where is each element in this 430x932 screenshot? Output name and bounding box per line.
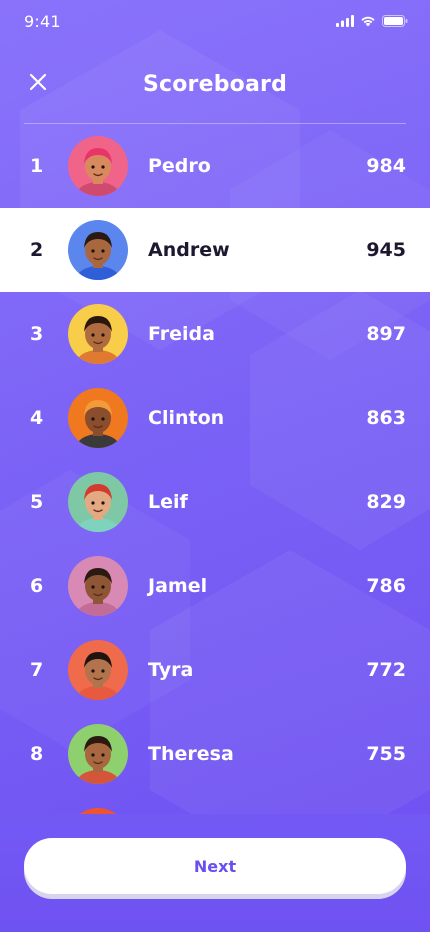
- scoreboard-row[interactable]: 5 Leif 829: [0, 460, 430, 544]
- player-avatar: [68, 388, 128, 448]
- page-title: Scoreboard: [142, 71, 288, 97]
- close-icon: [29, 73, 47, 95]
- next-button[interactable]: Next: [24, 838, 406, 894]
- signal-icon: [336, 12, 354, 31]
- player-avatar: [68, 304, 128, 364]
- player-rank: 1: [30, 155, 44, 177]
- status-time: 9:41: [24, 11, 61, 31]
- next-button-label: Next: [193, 856, 237, 876]
- player-rank: 4: [30, 407, 44, 429]
- player-avatar: [68, 472, 128, 532]
- player-rank: 6: [30, 575, 44, 597]
- player-avatar: [68, 136, 128, 196]
- player-avatar: [68, 640, 128, 700]
- player-avatar: [68, 724, 128, 784]
- status-bar: 9:41: [0, 0, 430, 44]
- player-score: 829: [366, 491, 406, 513]
- player-score: 786: [366, 575, 406, 597]
- player-name: Clinton: [148, 407, 225, 429]
- status-icons: [336, 12, 408, 31]
- player-score: 772: [366, 659, 406, 681]
- scoreboard-row[interactable]: 8 Theresa 755: [0, 712, 430, 796]
- close-button[interactable]: [24, 70, 52, 98]
- player-name: Tyra: [148, 659, 194, 681]
- player-rank: 5: [30, 491, 44, 513]
- player-avatar: [68, 220, 128, 280]
- player-name: Jamel: [148, 575, 208, 597]
- player-score: 984: [366, 155, 406, 177]
- player-name: Pedro: [148, 155, 211, 177]
- scoreboard-row[interactable]: 7 Tyra 772: [0, 628, 430, 712]
- scoreboard-row[interactable]: 3 Freida 897: [0, 292, 430, 376]
- player-score: 755: [366, 743, 406, 765]
- player-rank: 2: [30, 239, 44, 261]
- player-score: 863: [366, 407, 406, 429]
- wifi-icon: [360, 12, 376, 31]
- scoreboard-row[interactable]: 2 Andrew 945: [0, 208, 430, 292]
- player-name: Freida: [148, 323, 215, 345]
- player-name: Theresa: [148, 743, 234, 765]
- battery-icon: [382, 12, 408, 31]
- player-rank: 7: [30, 659, 44, 681]
- scoreboard-list: 1 Pedro 984 2 Andrew 945 3 Freida 897 4 Clinton 863…: [0, 124, 430, 814]
- scoreboard-row[interactable]: 4 Clinton 863: [0, 376, 430, 460]
- header: Scoreboard: [0, 60, 430, 108]
- player-score: 945: [366, 239, 406, 261]
- scoreboard-row[interactable]: 6 Jamel 786: [0, 544, 430, 628]
- scoreboard-screen: 9:41 Scoreboard 1 Pedro 984 2 Andrew 945…: [0, 0, 430, 932]
- player-rank: 3: [30, 323, 44, 345]
- player-score: 897: [366, 323, 406, 345]
- player-name: Leif: [148, 491, 188, 513]
- player-rank: 8: [30, 743, 44, 765]
- player-name: Andrew: [148, 239, 230, 261]
- player-avatar: [68, 556, 128, 616]
- scoreboard-row[interactable]: 1 Pedro 984: [0, 124, 430, 208]
